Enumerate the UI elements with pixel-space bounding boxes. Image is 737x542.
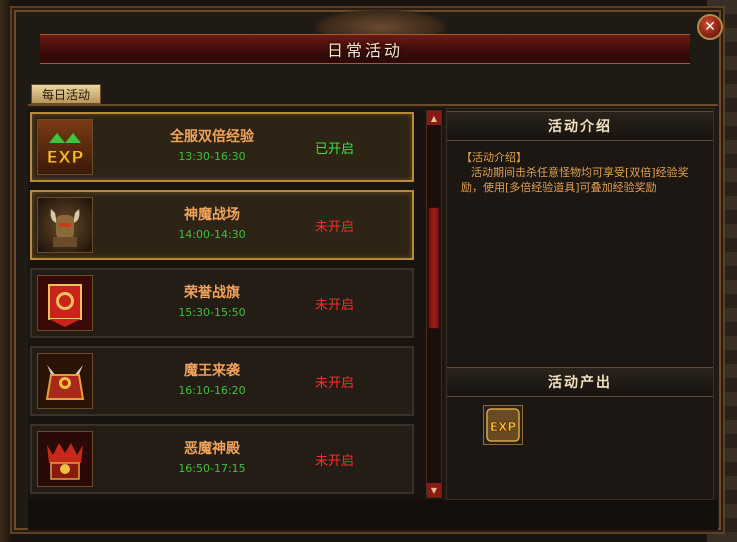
exp-icon: EXP <box>37 119 93 175</box>
activity-name: 魔王来袭 <box>184 363 240 379</box>
activity-name: 荣誉战旗 <box>184 285 240 301</box>
intro-label: 【活动介绍】 <box>461 151 527 164</box>
activity-status: 未开启 <box>314 298 354 313</box>
activity-name: 神魔战场 <box>184 207 240 223</box>
intro-heading: 活动介绍 <box>548 119 612 135</box>
svg-text:EXP: EXP <box>46 148 83 168</box>
reward-exp-item[interactable]: EXP <box>483 405 523 445</box>
bottom-status-bar <box>28 500 718 530</box>
exp-icon: EXP <box>486 408 520 442</box>
reward-label: EXP <box>490 420 516 434</box>
activity-row[interactable]: 恶魔神殿 16:50-17:15 未开启 <box>30 424 414 494</box>
close-button[interactable]: ✕ <box>697 14 723 40</box>
scroll-thumb[interactable] <box>428 207 440 329</box>
activity-time: 16:50-17:15 <box>178 462 246 475</box>
demon-temple-icon <box>37 431 93 487</box>
activity-name: 全服双倍经验 <box>170 129 254 145</box>
activity-detail-panel: 活动介绍 【活动介绍】 活动期间击杀任意怪物均可享受[双倍]经验奖励，使用[多倍… <box>446 108 714 500</box>
scroll-up-arrow-icon[interactable]: ▲ <box>427 111 441 125</box>
activity-status: 未开启 <box>314 454 354 469</box>
activity-list: EXP 全服双倍经验 13:30-16:30 已开启 神魔战场 14:00-14… <box>28 108 444 500</box>
intro-header: 活动介绍 <box>447 111 713 141</box>
activity-row[interactable]: 荣誉战旗 15:30-15:50 未开启 <box>30 268 414 338</box>
intro-text: 活动期间击杀任意怪物均可享受[双倍]经验奖励，使用[多倍经验道具]可叠加经验奖励 <box>461 166 689 194</box>
demon-king-icon <box>37 353 93 409</box>
output-header: 活动产出 <box>447 367 713 397</box>
activity-time: 13:30-16:30 <box>178 150 246 163</box>
activity-status: 未开启 <box>314 376 354 391</box>
activity-status: 未开启 <box>314 220 354 235</box>
demon-warrior-icon <box>37 197 93 253</box>
activity-row[interactable]: 神魔战场 14:00-14:30 未开启 <box>30 190 414 260</box>
activity-scrollbar[interactable]: ▲ ▼ <box>426 110 442 498</box>
tab-divider <box>28 104 718 106</box>
activity-status: 已开启 <box>314 142 354 157</box>
tab-daily-activities[interactable]: 每日活动 <box>31 84 101 104</box>
activity-time: 14:00-14:30 <box>178 228 246 241</box>
activity-name: 恶魔神殿 <box>184 441 240 457</box>
output-heading: 活动产出 <box>548 375 612 391</box>
honor-banner-icon <box>37 275 93 331</box>
activity-time: 16:10-16:20 <box>178 384 246 397</box>
window-title-bar[interactable]: 日常活动 <box>40 34 690 64</box>
close-icon: ✕ <box>704 19 716 35</box>
activity-time: 15:30-15:50 <box>178 306 246 319</box>
activity-row[interactable]: 魔王来袭 16:10-16:20 未开启 <box>30 346 414 416</box>
window-title: 日常活动 <box>326 41 403 60</box>
scroll-down-arrow-icon[interactable]: ▼ <box>427 483 441 497</box>
activity-row[interactable]: EXP 全服双倍经验 13:30-16:30 已开启 <box>30 112 414 182</box>
